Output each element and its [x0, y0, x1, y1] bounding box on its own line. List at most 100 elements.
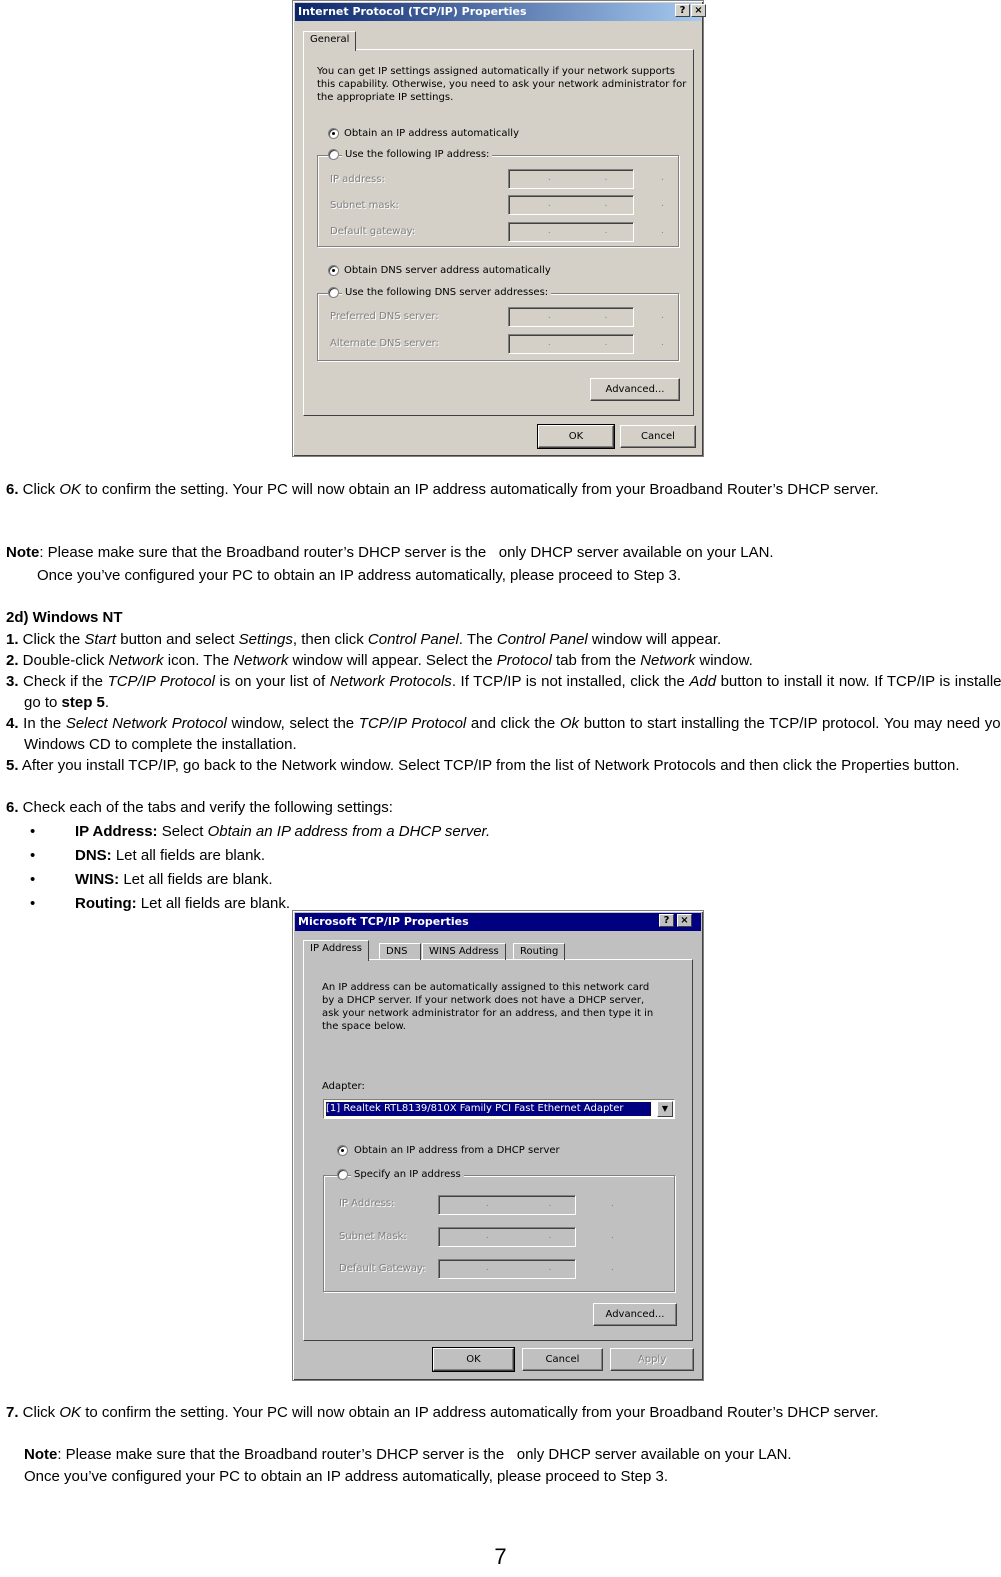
close-button[interactable]: ×: [691, 4, 706, 17]
preferred-dns-field[interactable]: . . .: [508, 307, 664, 327]
dropdown-arrow-button[interactable]: ▼: [657, 1101, 673, 1117]
tab-routing[interactable]: Routing: [513, 943, 566, 960]
nt-step-4: 4. In the Select Network Protocol window…: [6, 713, 1001, 755]
bullet-icon: •: [30, 895, 36, 912]
obtain-ip-dhcp-label[interactable]: Obtain an IP address from a DHCP server: [354, 1144, 560, 1157]
dialog-title: Internet Protocol (TCP/IP) Properties: [298, 5, 527, 18]
intro-line-2: by a DHCP server. If your network does n…: [322, 995, 645, 1006]
step-text: window will appear.: [587, 631, 722, 648]
intro-line-3: the appropriate IP settings.: [317, 92, 454, 103]
step-text: TCP/IP Protocol: [107, 673, 215, 690]
cancel-button[interactable]: Cancel: [522, 1348, 603, 1371]
step-text: Double-click: [18, 652, 109, 669]
obtain-ip-auto-radio[interactable]: [328, 128, 339, 139]
step-text: .: [104, 694, 110, 711]
specify-ip-label[interactable]: Specify an IP address: [351, 1168, 464, 1181]
use-following-ip-radio[interactable]: [328, 149, 339, 160]
step-text: window.: [695, 652, 753, 669]
note-2: Note: Please make sure that the Broadban…: [24, 1446, 792, 1463]
page-number: 7: [494, 1544, 507, 1569]
section-heading-windows-nt: 2d) Windows NT: [6, 609, 123, 626]
step-text: Network: [640, 652, 696, 669]
bullet-text: IP Address: Select Obtain an IP address …: [75, 823, 491, 840]
note-1-line-2: Once you’ve configured your PC to obtain…: [37, 567, 681, 584]
ip-address-label: IP address:: [330, 174, 385, 185]
use-following-ip-label[interactable]: Use the following IP address:: [342, 148, 493, 161]
default-gateway-field[interactable]: . . .: [508, 222, 664, 242]
dialog-title: Microsoft TCP/IP Properties: [298, 915, 469, 928]
adapter-selected-value: [1] Realtek RTL8139/810X Family PCI Fast…: [325, 1101, 652, 1117]
step-text: Network Protocols: [329, 673, 452, 690]
subnet-mask-field[interactable]: . . .: [508, 195, 664, 215]
dialog-title-bar[interactable]: Internet Protocol (TCP/IP) Properties: [295, 3, 701, 21]
step-text: and click the: [466, 715, 560, 732]
step-text: Control Panel: [367, 631, 459, 648]
bullet-icon: •: [30, 847, 36, 864]
help-button[interactable]: ?: [675, 4, 690, 17]
ok-button[interactable]: OK: [432, 1347, 515, 1372]
step-number: 1.: [6, 631, 19, 648]
microsoft-tcpip-properties-dialog: Microsoft TCP/IP Properties ? × IP Addre…: [292, 910, 704, 1381]
advanced-button[interactable]: Advanced...: [590, 378, 680, 401]
step-text: Protocol: [496, 652, 552, 669]
step-text: Click the: [18, 631, 85, 648]
step-number: 6.: [6, 799, 19, 816]
tab-wins-address[interactable]: WINS Address: [422, 943, 506, 960]
step-number: 4.: [6, 715, 19, 732]
step-text: window, select the: [226, 715, 359, 732]
step-text: Check each of the tabs and verify the fo…: [18, 799, 393, 816]
note-2-line-2: Once you’ve configured your PC to obtain…: [24, 1468, 668, 1485]
help-button[interactable]: ?: [659, 914, 674, 927]
nt-step-5: 5. After you install TCP/IP, go back to …: [6, 755, 1001, 776]
intro-line-2: this capability. Otherwise, you need to …: [317, 79, 687, 90]
step-6-paragraph: 6. Click OK to confirm the setting. Your…: [6, 481, 879, 498]
ip-address-field[interactable]: . . .: [508, 169, 664, 189]
note-1: Note: Please make sure that the Broadban…: [6, 544, 774, 561]
close-icon: ×: [694, 5, 703, 16]
cancel-button[interactable]: Cancel: [620, 425, 696, 448]
ip-address-label: IP Address:: [339, 1198, 395, 1209]
help-icon: ?: [663, 915, 670, 926]
ok-button[interactable]: OK: [537, 424, 615, 449]
subnet-mask-label: Subnet mask:: [330, 200, 399, 211]
tab-general[interactable]: General: [303, 31, 357, 51]
step-number: 2.: [6, 652, 19, 669]
step-7-paragraph: 7. Click OK to confirm the setting. Your…: [6, 1404, 879, 1421]
note-label: Note: [6, 544, 40, 561]
step-number: 3.: [6, 673, 19, 690]
step-number: 7.: [6, 1404, 19, 1421]
subnet-mask-field[interactable]: . . .: [438, 1227, 614, 1247]
ip-address-field[interactable]: . . .: [438, 1195, 614, 1215]
use-following-dns-label[interactable]: Use the following DNS server addresses:: [342, 286, 552, 299]
step-text: step 5: [61, 694, 105, 711]
obtain-ip-auto-label[interactable]: Obtain an IP address automatically: [344, 127, 519, 140]
tab-dns[interactable]: DNS: [379, 943, 421, 960]
obtain-ip-dhcp-radio[interactable]: [337, 1145, 348, 1156]
chevron-down-icon: ▼: [661, 1104, 669, 1113]
apply-button[interactable]: Apply: [610, 1348, 694, 1371]
default-gateway-field[interactable]: . . .: [438, 1259, 614, 1279]
bullet-icon: •: [30, 823, 36, 840]
advanced-button[interactable]: Advanced...: [593, 1303, 677, 1326]
step-text: Network: [108, 652, 164, 669]
step-text: Control Panel: [496, 631, 588, 648]
step-text: , then click: [292, 631, 368, 648]
obtain-dns-auto-radio[interactable]: [328, 265, 339, 276]
step-text: After you install TCP/IP, go back to the…: [18, 757, 960, 774]
tab-ip-address[interactable]: IP Address: [303, 940, 369, 961]
dialog-title-bar[interactable]: Microsoft TCP/IP Properties: [295, 913, 701, 931]
bullet-icon: •: [30, 871, 36, 888]
nt-step-1: 1. Click the Start button and select Set…: [6, 629, 1001, 650]
alternate-dns-label: Alternate DNS server:: [330, 338, 439, 349]
alternate-dns-field[interactable]: . . .: [508, 334, 664, 354]
use-following-dns-radio[interactable]: [328, 287, 339, 298]
bullet-text: WINS: Let all fields are blank.: [75, 871, 273, 888]
preferred-dns-label: Preferred DNS server:: [330, 311, 439, 322]
adapter-dropdown[interactable]: [1] Realtek RTL8139/810X Family PCI Fast…: [323, 1099, 675, 1119]
bullet-text: Routing: Let all fields are blank.: [75, 895, 291, 912]
close-button[interactable]: ×: [677, 914, 692, 927]
intro-line-4: the space below.: [322, 1021, 406, 1032]
adapter-label: Adapter:: [322, 1081, 365, 1092]
obtain-dns-auto-label[interactable]: Obtain DNS server address automatically: [344, 264, 551, 277]
specify-ip-radio[interactable]: [337, 1169, 348, 1180]
